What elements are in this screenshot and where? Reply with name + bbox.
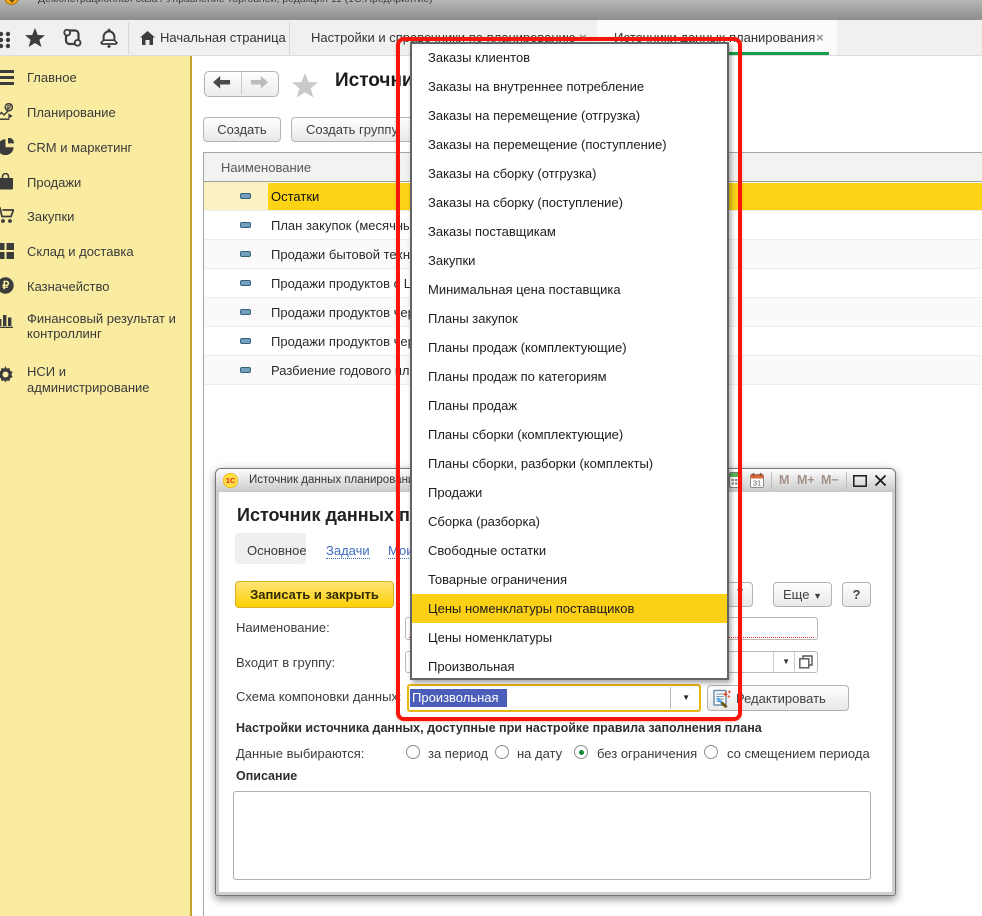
svg-text:1С: 1С <box>226 476 236 485</box>
svg-text:₽: ₽ <box>2 280 9 292</box>
svg-text:31: 31 <box>753 479 761 488</box>
